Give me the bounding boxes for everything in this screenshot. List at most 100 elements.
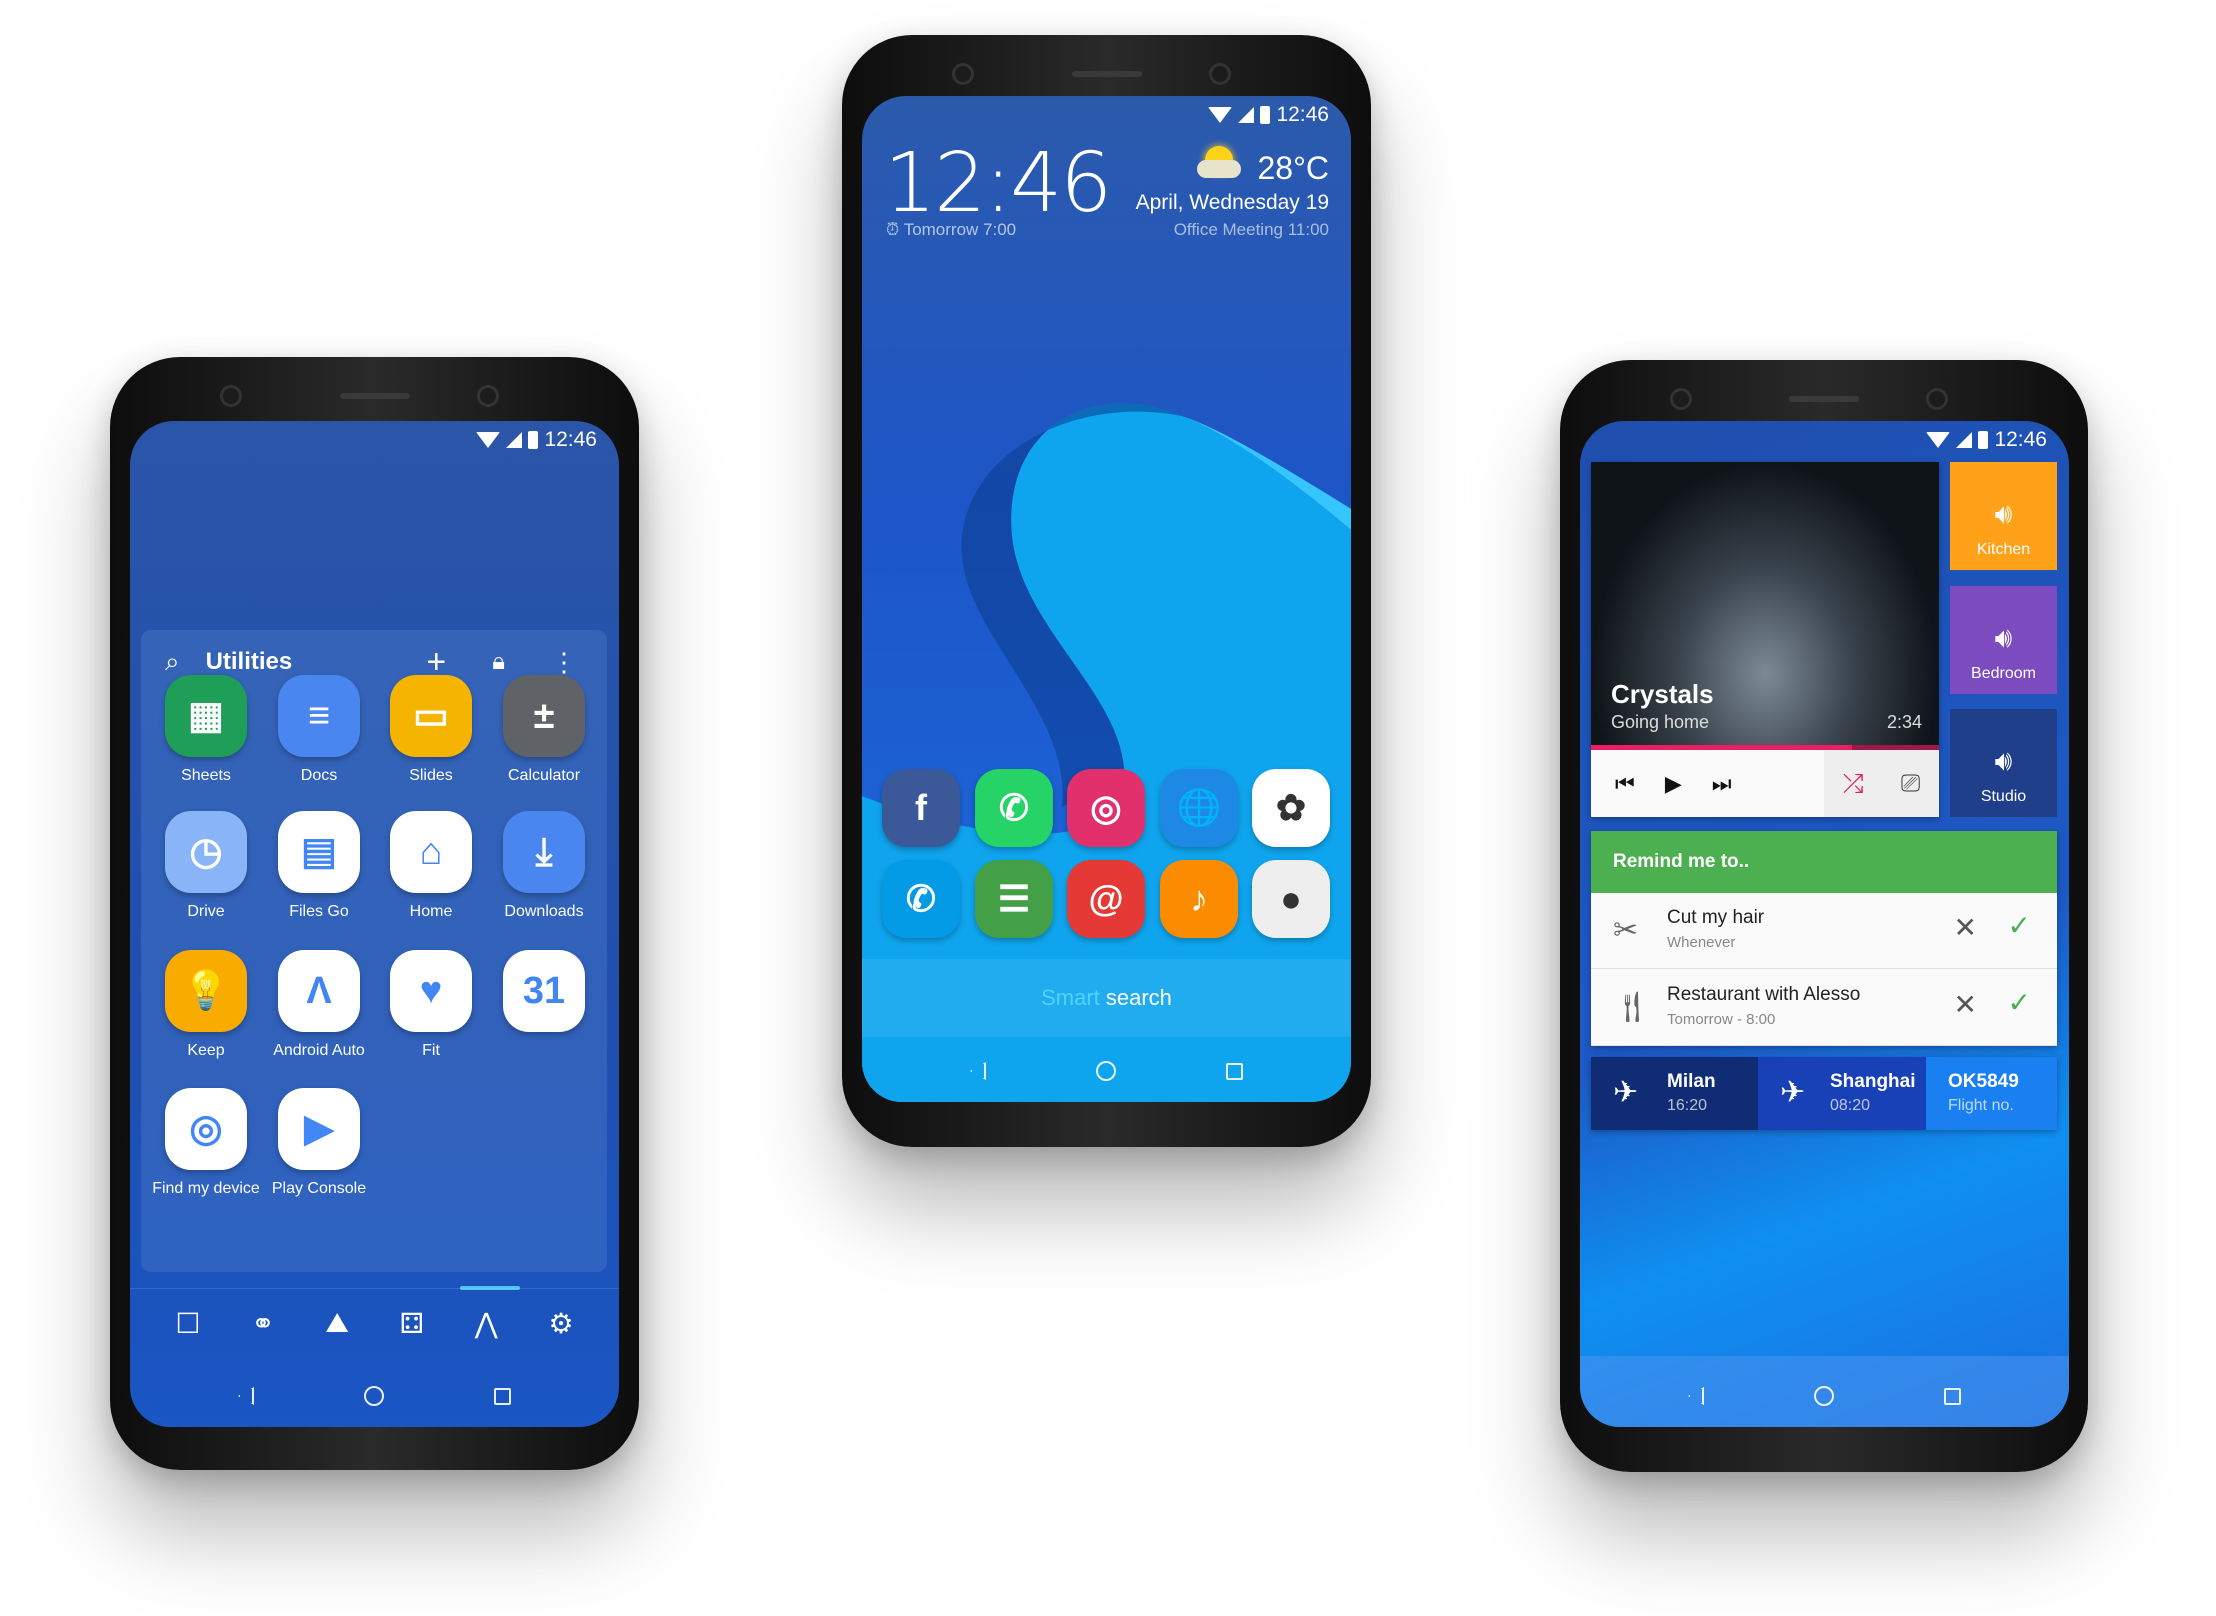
lock-bag-icon[interactable]: 🔒︎ xyxy=(492,648,505,676)
app-fit[interactable]: ♥ Fit xyxy=(375,950,487,1061)
facebook-icon[interactable]: f xyxy=(882,769,960,847)
app-android-auto[interactable]: Λ Android Auto xyxy=(263,950,375,1061)
reminder-header[interactable]: Remind me to.. xyxy=(1591,831,2057,893)
speaker-label: Kitchen xyxy=(1976,541,2031,558)
flight-number: OK5849 xyxy=(1948,1071,2019,1092)
back-icon[interactable] xyxy=(238,1387,254,1405)
home-nav-icon[interactable] xyxy=(364,1386,384,1406)
recents-icon[interactable] xyxy=(494,1387,511,1405)
bottom-dock: ☐ ⚭ ⛰ ⚃ ⋀ ⚙ xyxy=(130,1288,619,1358)
reminder-item[interactable]: ✂ Cut my hair Whenever ✕ ✓ xyxy=(1591,893,2057,969)
temperature[interactable]: 28°C xyxy=(1258,150,1330,187)
smart-search-bar[interactable]: Smart search xyxy=(862,959,1351,1037)
alarm[interactable]: ⏰︎ Tomorrow 7:00 xyxy=(886,220,1016,240)
app-docs[interactable]: ≡ Docs xyxy=(263,675,375,786)
landing-icon: ✈︎ xyxy=(1780,1076,1806,1109)
play-icon[interactable]: ▶ xyxy=(1665,771,1682,797)
browser-globe-icon[interactable]: 🌐 xyxy=(1160,769,1238,847)
status-time: 12:46 xyxy=(544,428,597,451)
scissors-icon: ✂ xyxy=(1613,914,1639,947)
app-label: Find my device xyxy=(152,1180,260,1197)
more-options-icon[interactable]: ⋮ xyxy=(551,647,577,678)
app-keep[interactable]: 💡 Keep xyxy=(150,950,262,1061)
app-downloads[interactable]: ⤓ Downloads xyxy=(488,811,600,922)
chat-icon[interactable]: ☐ xyxy=(175,1307,200,1340)
keep-icon: 💡 xyxy=(165,950,247,1032)
home-nav-icon[interactable] xyxy=(1096,1061,1116,1081)
track-title: Crystals xyxy=(1611,679,1714,709)
left-screen: 12:46 ⌕ Utilities + 🔒︎ ⋮ ▦ Sheets ≡ Docs ▭ Sl… xyxy=(130,421,619,1427)
speaker-bedroom[interactable]: 🔊︎ Bedroom xyxy=(1950,586,2057,694)
music-icon[interactable]: ♪ xyxy=(1160,860,1238,938)
wifi-icon xyxy=(476,432,501,448)
back-icon[interactable] xyxy=(1688,1387,1704,1405)
phone-icon[interactable]: ✆ xyxy=(882,860,960,938)
home-nav-icon[interactable] xyxy=(1814,1386,1834,1406)
signal-icon xyxy=(506,432,523,448)
games-icon[interactable]: ⚃ xyxy=(400,1307,424,1340)
arrival-time: 08:20 xyxy=(1830,1097,1871,1114)
nav-bar xyxy=(130,1371,619,1421)
app-calculator[interactable]: ± Calculator xyxy=(488,675,600,786)
app-sheets[interactable]: ▦ Sheets xyxy=(150,675,262,786)
cast-icon[interactable]: ⎚ xyxy=(1901,770,1920,798)
clock-widget[interactable]: 12:46 xyxy=(884,136,1112,231)
app-play-console[interactable]: ▶ Play Console xyxy=(263,1088,375,1199)
center-phone: 12:46 12:46 ⏰︎ Tomorrow 7:00 28°C April,… xyxy=(842,35,1371,1147)
app-files-go[interactable]: ▤ Files Go xyxy=(263,811,375,922)
battery-icon xyxy=(528,431,539,449)
lotus-icon[interactable]: ✿ xyxy=(1252,769,1330,847)
previous-track-icon[interactable]: ⏮︎ xyxy=(1615,771,1635,797)
app-find-my-device[interactable]: ◎ Find my device xyxy=(150,1088,262,1199)
music-player-widget: Crystals Going home 2:34 ⏮︎ ▶ ⏭︎ ⤮ ⎚ xyxy=(1591,462,1939,817)
gallery-icon[interactable]: ⛰ xyxy=(325,1307,349,1340)
app-slides[interactable]: ▭ Slides xyxy=(375,675,487,786)
recents-icon[interactable] xyxy=(1944,1387,1961,1405)
search-icon[interactable]: ⌕ xyxy=(165,646,180,678)
app-drive[interactable]: ◷ Drive xyxy=(150,811,262,922)
messages-icon[interactable]: ☰ xyxy=(975,860,1053,938)
utilities-folder: ⌕ Utilities + 🔒︎ ⋮ ▦ Sheets ≡ Docs ▭ Slides ± C… xyxy=(141,630,607,1272)
dismiss-icon[interactable]: ✕ xyxy=(1954,911,1977,944)
shuffle-icon[interactable]: ⤮ xyxy=(1843,768,1864,800)
slides-icon: ▭ xyxy=(390,675,472,757)
app-label: Home xyxy=(409,903,453,920)
date[interactable]: April, Wednesday 19 xyxy=(1136,191,1329,215)
done-check-icon[interactable]: ✓ xyxy=(2008,909,2031,942)
back-icon[interactable] xyxy=(970,1062,986,1080)
app-label: Keep xyxy=(187,1042,225,1059)
done-check-icon[interactable]: ✓ xyxy=(2008,986,2031,1019)
speaker-kitchen[interactable]: 🔊︎ Kitchen xyxy=(1950,462,2057,570)
alarm-text: Tomorrow 7:00 xyxy=(903,220,1017,239)
docs-icon: ≡ xyxy=(278,675,360,757)
instagram-icon[interactable]: ◎ xyxy=(1067,769,1145,847)
speaker-studio[interactable]: 🔊︎ Studio xyxy=(1950,709,2057,817)
reminder-widget: Remind me to.. ✂ Cut my hair Whenever ✕ ✓ 🍴︎ R… xyxy=(1591,831,2057,1046)
clock-icon: ◷ xyxy=(165,811,247,893)
tools-icon[interactable]: ⋀ xyxy=(475,1307,498,1340)
next-event[interactable]: Office Meeting 11:00 xyxy=(1174,220,1329,240)
app-home[interactable]: ⌂ Home xyxy=(375,811,487,922)
battery-icon xyxy=(1978,431,1989,449)
app-calendar[interactable]: 31 xyxy=(488,950,600,1040)
speaker-icon: 🔊︎ xyxy=(1994,622,2013,653)
whatsapp-icon[interactable]: ✆ xyxy=(975,769,1053,847)
dismiss-icon[interactable]: ✕ xyxy=(1954,988,1977,1021)
app-label: Files Go xyxy=(289,903,349,920)
email-icon[interactable]: @ xyxy=(1067,860,1145,938)
flight-widget[interactable]: ✈︎ Milan 16:20 ✈︎ Shanghai 08:20 OK5849 … xyxy=(1591,1057,2057,1130)
sheets-icon: ▦ xyxy=(165,675,247,757)
calculator-icon: ± xyxy=(503,675,585,757)
track-subtitle: Going home xyxy=(1611,712,1710,732)
camera-icon[interactable]: ● xyxy=(1252,860,1330,938)
settings-icon[interactable]: ⚙ xyxy=(548,1307,573,1340)
share-icon[interactable]: ⚭ xyxy=(251,1307,274,1340)
search-label: search xyxy=(1099,985,1172,1010)
reminder-item[interactable]: 🍴︎ Restaurant with Alesso Tomorrow - 8:00 ✕… xyxy=(1591,970,2057,1046)
app-label: Android Auto xyxy=(273,1042,365,1059)
folder-title[interactable]: Utilities xyxy=(206,648,293,676)
play-console-icon: ▶ xyxy=(278,1088,360,1170)
recents-icon[interactable] xyxy=(1226,1062,1243,1080)
next-track-icon[interactable]: ⏭︎ xyxy=(1712,771,1732,797)
battery-icon xyxy=(1260,106,1271,124)
